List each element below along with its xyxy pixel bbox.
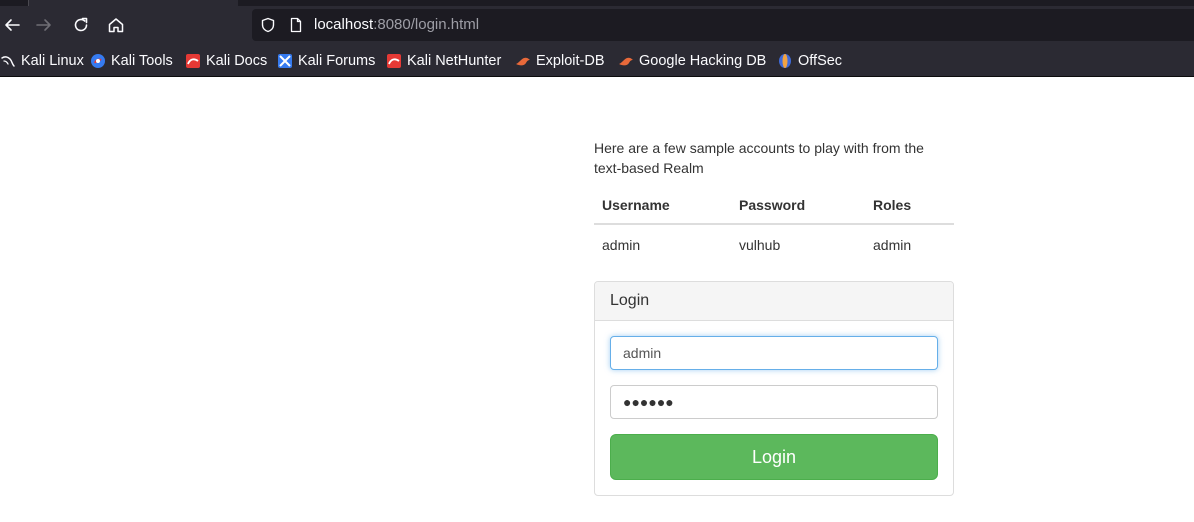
offsec-icon [777,53,793,69]
forward-icon[interactable] [32,13,56,37]
reload-icon[interactable] [69,13,93,37]
bookmark-kali-nethunter[interactable]: Kali NetHunter [386,52,501,70]
kali-dragon-icon [0,53,16,69]
kali-nethunter-icon [386,53,402,69]
cell-roles: admin [873,236,912,253]
bookmark-label: Kali Forums [298,53,376,69]
bookmark-google-hacking-db[interactable]: Google Hacking DB [618,52,766,70]
cell-password: vulhub [739,236,781,253]
back-icon[interactable] [0,13,24,37]
kali-tools-icon [90,53,106,69]
ghdb-icon [618,53,634,69]
table-row: admin vulhub admin [594,224,954,264]
password-input[interactable]: ●●●●●● [610,385,938,419]
page-icon[interactable] [288,17,304,33]
bookmark-exploit-db[interactable]: Exploit-DB [515,52,605,70]
sample-accounts-table: Username Password Roles admin vulhub adm… [594,187,954,264]
login-panel: Login admin ●●●●●● Login [594,281,954,496]
kali-docs-icon [185,53,201,69]
active-tab[interactable] [28,0,238,6]
bookmark-label: Kali Linux [21,53,84,69]
url-text[interactable]: localhost:8080/login.html [314,16,479,33]
bookmark-label: Kali Docs [206,53,268,69]
bookmark-label: OffSec [798,53,843,69]
kali-forums-icon [277,53,293,69]
home-icon[interactable] [104,13,128,37]
login-panel-heading: Login [595,282,953,321]
shield-icon[interactable] [260,17,276,33]
intro-text: Here are a few sample accounts to play w… [594,140,924,176]
username-input[interactable]: admin [610,336,938,370]
url-path: :8080/login.html [373,16,480,33]
url-host: localhost [314,16,374,33]
bookmark-kali-tools[interactable]: Kali Tools [90,52,173,70]
header-roles: Roles [865,187,954,225]
login-button[interactable]: Login [610,434,938,480]
table-header-row: Username Password Roles [594,187,954,225]
exploit-db-icon [515,53,531,69]
bookmark-kali-docs[interactable]: Kali Docs [185,52,267,70]
bookmarks-toolbar: Kali Linux Kali Tools Kali Docs Kali For… [0,44,1194,77]
bookmark-label: Kali NetHunter [407,53,502,69]
cell-username: admin [602,236,641,253]
browser-toolbar: localhost:8080/login.html [0,0,1194,44]
bookmark-label: Google Hacking DB [639,53,767,69]
bookmark-kali-linux[interactable]: Kali Linux [0,52,84,70]
header-password: Password [731,187,865,225]
bookmark-label: Kali Tools [111,53,173,69]
bookmark-offsec[interactable]: OffSec [777,52,842,70]
bookmark-label: Exploit-DB [536,53,605,69]
header-username: Username [594,187,731,225]
tab-strip [0,0,1194,6]
bookmark-kali-forums[interactable]: Kali Forums [277,52,375,70]
address-bar[interactable]: localhost:8080/login.html [252,9,1194,41]
